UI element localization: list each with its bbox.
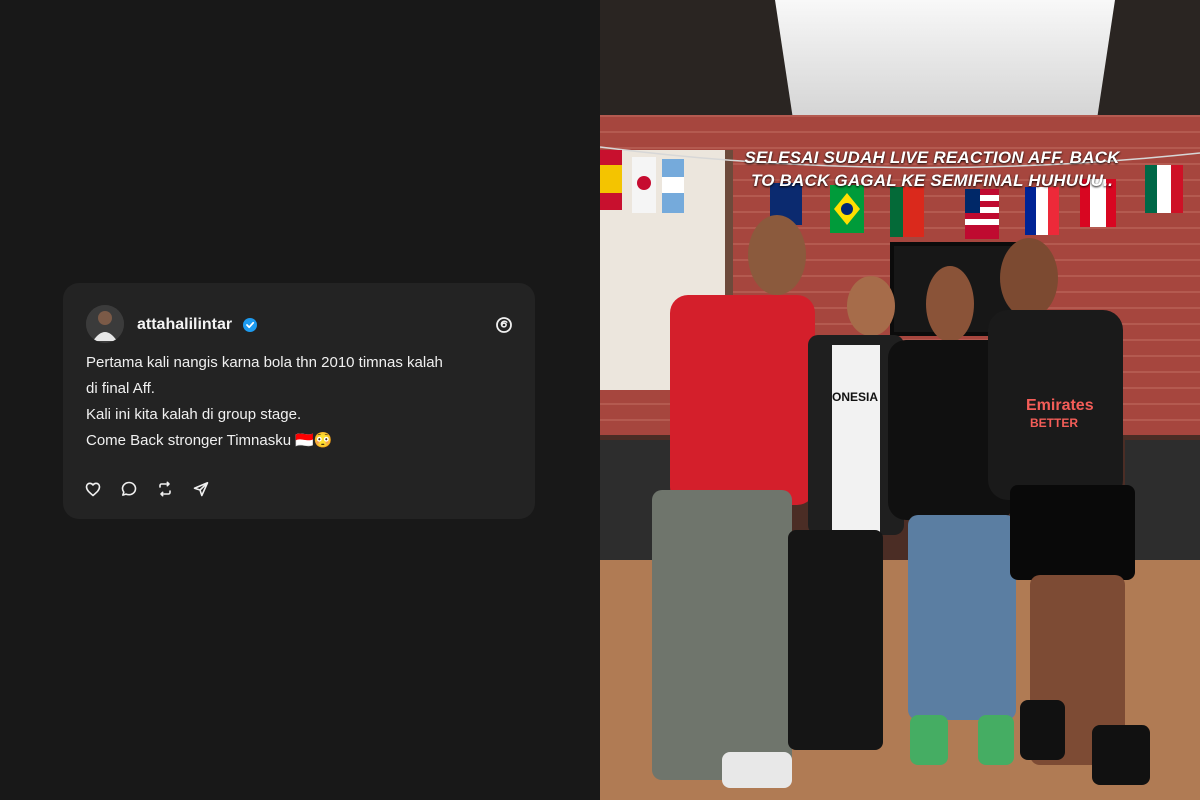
- heart-icon[interactable]: [84, 480, 102, 498]
- shirt-text-indonesia: ONESIA: [832, 390, 879, 404]
- photo-caption: SELESAI SUDAH LIVE REACTION AFF. BACK TO…: [662, 146, 1200, 192]
- post-actions: [84, 480, 210, 498]
- left-panel: attahalilintar Pertama kali nangis karna…: [0, 0, 600, 800]
- screen: attahalilintar Pertama kali nangis karna…: [0, 0, 1200, 800]
- avatar[interactable]: [86, 305, 124, 343]
- flag-france: [1025, 187, 1059, 235]
- share-icon[interactable]: [192, 480, 210, 498]
- shirt-text-better: BETTER: [1030, 416, 1078, 430]
- shirt-text-emirates: Emirates: [1026, 397, 1094, 414]
- post-line: Pertama kali nangis karna bola thn 2010 …: [86, 354, 443, 371]
- post-line: di final Aff.: [86, 380, 155, 397]
- threads-icon[interactable]: [495, 316, 513, 334]
- verified-badge-icon: [243, 318, 257, 332]
- flag-korea: [632, 157, 656, 213]
- flag-brazil: [830, 185, 864, 233]
- caption-line-2: TO BACK GAGAL KE SEMIFINAL HUHUUU..: [750, 171, 1114, 190]
- post-text: Pertama kali nangis karna bola thn 2010 …: [86, 350, 516, 454]
- username[interactable]: attahalilintar: [137, 316, 232, 334]
- sofa-right: [1125, 440, 1200, 570]
- comment-icon[interactable]: [120, 480, 138, 498]
- repost-icon[interactable]: [156, 480, 174, 498]
- threads-post-card[interactable]: attahalilintar Pertama kali nangis karna…: [63, 283, 535, 519]
- post-line: Come Back stronger Timnasku 🇮🇩😳: [86, 432, 333, 449]
- caption-line-1: SELESAI SUDAH LIVE REACTION AFF. BACK: [744, 148, 1120, 167]
- post-line: Kali ini kita kalah di group stage.: [86, 406, 302, 423]
- flag-spain: [600, 150, 622, 210]
- flag-portugal: [890, 187, 924, 237]
- photo: ONESIA Emirates BETTER SELESAI SUDAH LIV…: [600, 0, 1200, 800]
- flag-usa: [965, 189, 999, 239]
